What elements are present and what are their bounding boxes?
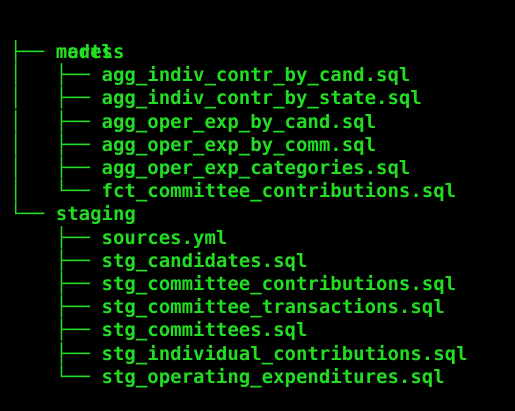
tree-branch-prefix: ├── [10,226,102,249]
tree-file-row: ├── stg_committee_contributions.sql [10,273,456,296]
tree-root: models [10,18,125,63]
tree-file-row: ├── sources.yml [10,226,228,250]
tree-branch-prefix: │ ├── [10,133,102,156]
tree-branch-prefix: ├── [10,319,102,342]
tree-branch-prefix: │ ├── [10,157,102,179]
tree-branch-prefix: ├── [10,296,102,319]
file-name: fct_committee_contributions.sql [101,180,457,203]
file-name: stg_operating_expenditures.sql [101,365,445,388]
file-name: stg_committees.sql [101,319,308,342]
tree-branch-prefix: └── [10,365,102,388]
file-name: agg_oper_exp_by_comm.sql [101,133,377,156]
tree-branch-prefix: │ ├── [10,110,102,133]
tree-branch-prefix: ├── [10,249,102,272]
tree-file-row: │ ├── agg_indiv_contr_by_cand.sql [10,64,410,87]
tree-branch-prefix: │ └── [10,180,102,203]
file-name: agg_indiv_contr_by_cand.sql [101,64,411,87]
tree-file-row: ├── stg_committees.sql [10,319,308,342]
tree-file-row: ├── stg_candidates.sql [10,249,308,273]
file-name: agg_oper_exp_categories.sql [101,157,411,179]
tree-file-row: │ └── fct_committee_contributions.sql [10,180,456,203]
folder-name: staging [55,203,136,226]
tree-file-row: └── stg_operating_expenditures.sql [10,366,445,389]
tree-file-row: │ ├── agg_oper_exp_categories.sql [10,157,410,180]
tree-branch-prefix: ├── [10,273,102,295]
tree-folder-row: └── staging [10,203,136,226]
tree-branch-prefix: ├── [10,342,102,365]
file-name: sources.yml [101,226,228,249]
terminal-window: models ├── marts │ ├── agg_indiv_contr_by… [0,0,515,411]
tree-branch-prefix: ├── [10,41,56,63]
file-name: agg_indiv_contr_by_state.sql [101,87,422,110]
file-name: agg_oper_exp_by_cand.sql [101,110,377,133]
file-name: stg_candidates.sql [101,249,308,272]
tree-file-row: │ ├── agg_oper_exp_by_comm.sql [10,134,376,157]
file-name: stg_committee_transactions.sql [101,296,445,319]
tree-branch-prefix: │ ├── [10,64,102,87]
folder-name: marts [55,41,113,63]
file-name: stg_committee_contributions.sql [101,273,457,295]
tree-folder-row: ├── marts [10,41,113,64]
file-name: stg_individual_contributions.sql [101,342,468,365]
tree-branch-prefix: │ ├── [10,87,102,110]
tree-file-row: ├── stg_individual_contributions.sql [10,343,468,366]
tree-file-row: │ ├── agg_oper_exp_by_cand.sql [10,111,376,134]
tree-file-row: ├── stg_committee_transactions.sql [10,296,445,319]
tree-file-row: │ ├── agg_indiv_contr_by_state.sql [10,87,422,110]
tree-branch-prefix: └── [10,203,56,226]
